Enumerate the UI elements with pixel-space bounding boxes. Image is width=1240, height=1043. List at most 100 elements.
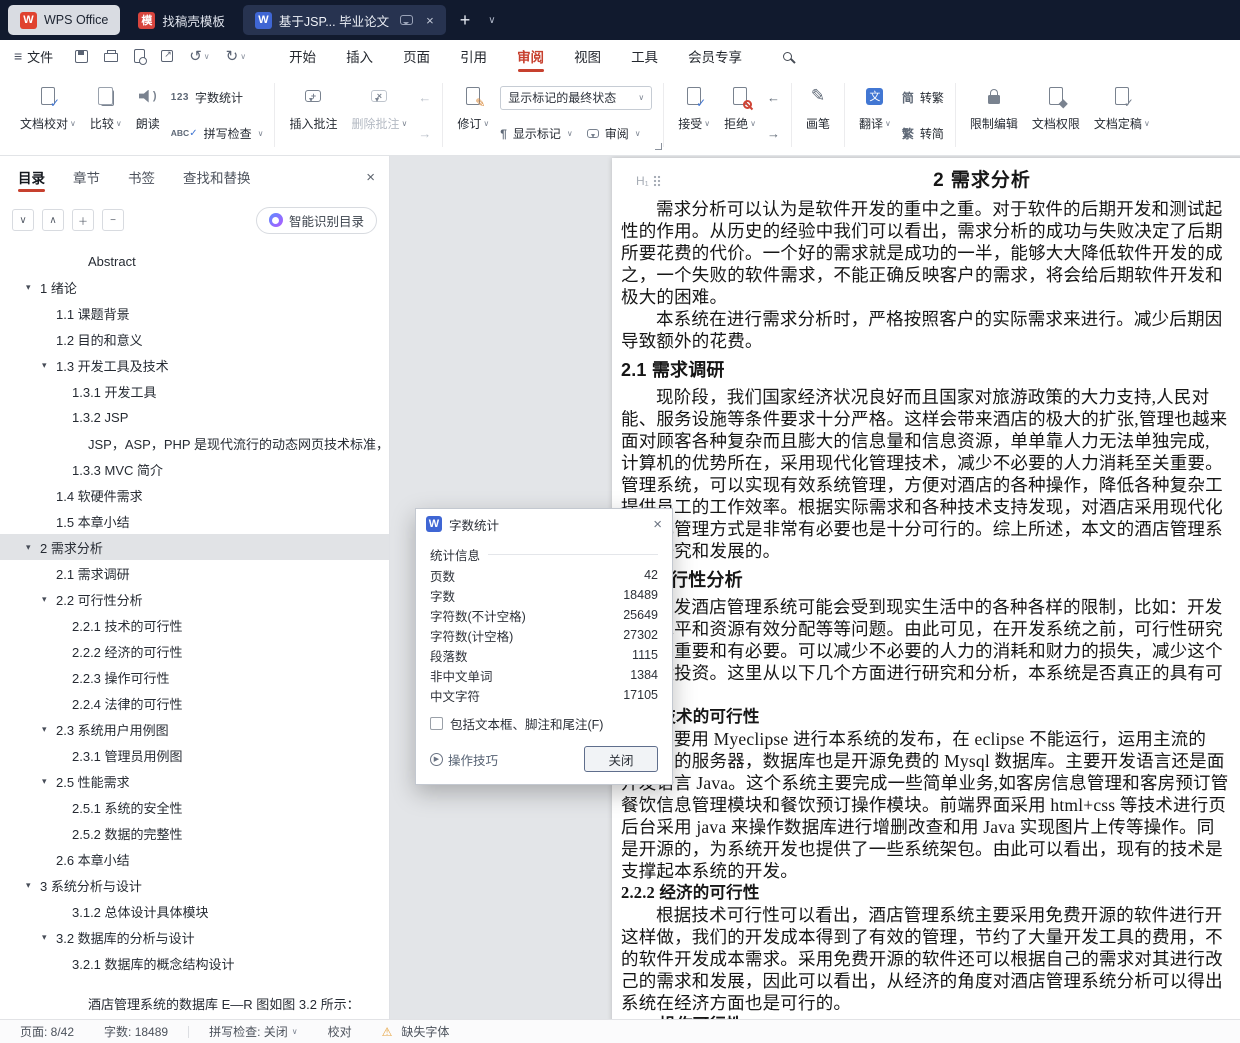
tab-template-store[interactable]: 模 找稿壳模板	[126, 5, 237, 35]
compare-button[interactable]: 比较 ∨	[83, 77, 129, 153]
toc-item[interactable]: ▾ 2.1 需求调研	[0, 560, 389, 586]
toc-item[interactable]: ▾ 2.3.1 管理员用例图	[0, 742, 389, 768]
tab-wps-office[interactable]: W WPS Office	[8, 5, 121, 35]
reject-revision-button[interactable]: 拒绝 ∨	[717, 77, 763, 153]
delete-comment-button[interactable]: × 删除批注 ∨	[344, 77, 414, 153]
heading-drag-handle[interactable]: H₁	[636, 174, 661, 188]
menu-tab[interactable]: 视图	[559, 40, 616, 72]
toc-item[interactable]: ▾ 2 需求分析	[0, 534, 389, 560]
print-button[interactable]	[104, 50, 119, 62]
status-spell-check[interactable]: 拼写检查: 关闭 ∨	[209, 1023, 298, 1040]
insert-comment-button[interactable]: + 插入批注	[282, 77, 344, 153]
traditional-to-simplified-button[interactable]: 繁 转简	[902, 122, 944, 144]
document-permission-button[interactable]: ◆ 文档权限	[1025, 77, 1087, 153]
save-button[interactable]	[75, 49, 89, 63]
toc-item[interactable]: ▾ 2.6 本章小结	[0, 846, 389, 872]
ink-pen-button[interactable]: ✎ 画笔	[799, 77, 837, 153]
translate-button[interactable]: 文 翻译 ∨	[852, 77, 898, 153]
toc-item[interactable]: ▾ 2.2 可行性分析	[0, 586, 389, 612]
word-count-button[interactable]: 123 字数统计	[171, 86, 264, 108]
proofread-button[interactable]: ✓ 文档校对 ∨	[13, 77, 83, 153]
toc-item[interactable]: ▾ 1.3.2 JSP	[0, 404, 389, 430]
toc-item[interactable]: ▾ 2.2.4 法律的可行性	[0, 690, 389, 716]
toc-item[interactable]: ▾ 3.2.1 数据库的概念结构设计	[0, 950, 389, 976]
toc-item[interactable]: ▾ 1.5 本章小结	[0, 508, 389, 534]
share-button[interactable]	[161, 49, 174, 62]
expand-triangle-icon[interactable]: ▾	[42, 360, 56, 371]
toc-item[interactable]: ▾ 3.1.2 总体设计具体模块	[0, 898, 389, 924]
undo-button[interactable]: ↺ ∨	[189, 47, 209, 65]
track-changes-button[interactable]: ✎ 修订 ∨	[450, 77, 496, 153]
menu-tab[interactable]: 开始	[274, 40, 331, 72]
menu-tab[interactable]: 插入	[331, 40, 388, 72]
status-word-count[interactable]: 字数: 18489	[104, 1023, 168, 1040]
previous-comment-button[interactable]: ←	[418, 86, 431, 108]
toc-item[interactable]: ▾ 酒店管理系统的数据库 E—R 图如图 3.2 所示：	[0, 990, 389, 1016]
toc-item[interactable]: ▾ JSP，ASP，PHP 是现代流行的动态网页技术标准，...	[0, 430, 389, 456]
next-comment-button[interactable]: →	[418, 122, 431, 144]
expand-all-button[interactable]: ∧	[42, 209, 64, 231]
toc-item[interactable]: ▾ 2.5 性能需求	[0, 768, 389, 794]
search-button[interactable]	[783, 48, 799, 64]
menu-tab[interactable]: 工具	[616, 40, 673, 72]
include-textbox-checkbox-row[interactable]: 包括文本框、脚注和尾注(F)	[430, 714, 658, 733]
simplified-to-traditional-button[interactable]: 简 转繁	[902, 86, 944, 108]
undo-dropdown-icon[interactable]: ∨	[204, 52, 210, 61]
comment-bubble-icon[interactable]	[400, 15, 414, 25]
expand-triangle-icon[interactable]: ▾	[26, 282, 40, 293]
toc-item[interactable]: ▾ 2.3 系统用户用例图	[0, 716, 389, 742]
toc-item[interactable]: ▾ 1.3.1 开发工具	[0, 378, 389, 404]
menu-tab[interactable]: 页面	[388, 40, 445, 72]
toc-item[interactable]: ▾ 3 系统分析与设计	[0, 872, 389, 898]
collapse-all-button[interactable]: ∨	[12, 209, 34, 231]
toc-item[interactable]: ▾ 1.3.3 MVC 简介	[0, 456, 389, 482]
toc-item[interactable]: ▾ 2.2.2 经济的可行性	[0, 638, 389, 664]
dialog-close-icon[interactable]: ×	[653, 516, 662, 533]
close-pane-icon[interactable]: ×	[366, 169, 375, 186]
group-dialog-launcher-icon[interactable]	[655, 143, 663, 150]
tab-find-replace[interactable]: 查找和替换	[183, 156, 251, 198]
review-pane-button[interactable]: 审阅 ∨	[586, 123, 641, 145]
close-button[interactable]: 关闭	[584, 746, 658, 772]
toc-item[interactable]: ▾ 2.2.1 技术的可行性	[0, 612, 389, 638]
toc-item[interactable]: ▾ 1.1 课题背景	[0, 300, 389, 326]
tab-document[interactable]: W 基于JSP... 毕业论文 ×	[242, 5, 446, 35]
document-final-button[interactable]: ✓ 文档定稿 ∨	[1087, 77, 1157, 153]
expand-triangle-icon[interactable]: ▾	[42, 594, 56, 605]
redo-dropdown-icon[interactable]: ∨	[240, 52, 246, 61]
tab-list-dropdown-icon[interactable]: ∨	[484, 15, 499, 26]
toc-item[interactable]: ▾ 1 绪论	[0, 274, 389, 300]
status-missing-font[interactable]: ⚠ 缺失字体	[382, 1023, 450, 1040]
markup-state-select[interactable]: 显示标记的最终状态 ∨	[500, 85, 653, 110]
next-revision-button[interactable]: →	[767, 122, 780, 144]
document-page[interactable]: H₁ 2 需求分析 需求分析可以认为是软件开发的重中之重。对于软件的后期开发和测试…	[612, 158, 1240, 1019]
status-proofread[interactable]: 校对	[328, 1023, 352, 1040]
expand-triangle-icon[interactable]: ▾	[26, 542, 40, 553]
tab-toc[interactable]: 目录	[18, 156, 45, 198]
show-markup-button[interactable]: ¶ 显示标记 ∨	[500, 123, 573, 145]
tab-bookmarks[interactable]: 书签	[128, 156, 155, 198]
spell-check-button[interactable]: ABC✓ 拼写检查 ∨	[171, 122, 264, 144]
accept-revision-button[interactable]: ✓ 接受 ∨	[671, 77, 717, 153]
redo-button[interactable]: ↻ ∨	[226, 47, 246, 65]
restrict-editing-button[interactable]: 限制编辑	[963, 77, 1025, 153]
toc-item[interactable]: ▾ 3.2 数据库的分析与设计	[0, 924, 389, 950]
expand-triangle-icon[interactable]: ▾	[26, 880, 40, 891]
toc-item[interactable]: ▾ 2.5.1 系统的安全性	[0, 794, 389, 820]
menu-tab[interactable]: 会员专享	[673, 40, 757, 72]
toc-item[interactable]: ▾ 2.5.2 数据的完整性	[0, 820, 389, 846]
dialog-titlebar[interactable]: W 字数统计 ×	[416, 509, 672, 539]
expand-triangle-icon[interactable]: ▾	[42, 932, 56, 943]
expand-triangle-icon[interactable]: ▾	[42, 724, 56, 735]
menu-tab[interactable]: 引用	[445, 40, 502, 72]
checkbox-unchecked[interactable]	[430, 717, 443, 730]
menu-tab[interactable]: 审阅	[502, 40, 559, 72]
toc-item[interactable]: ▾ 1.2 目的和意义	[0, 326, 389, 352]
status-page-indicator[interactable]: 页面: 8/42	[20, 1023, 74, 1040]
toc-item[interactable]: ▾ 1.4 软硬件需求	[0, 482, 389, 508]
new-tab-button[interactable]: +	[452, 5, 479, 35]
read-aloud-button[interactable]: ) 朗读	[129, 77, 167, 153]
tab-chapters[interactable]: 章节	[73, 156, 100, 198]
print-preview-button[interactable]	[134, 49, 148, 65]
tips-link[interactable]: ▶ 操作技巧	[430, 750, 498, 769]
